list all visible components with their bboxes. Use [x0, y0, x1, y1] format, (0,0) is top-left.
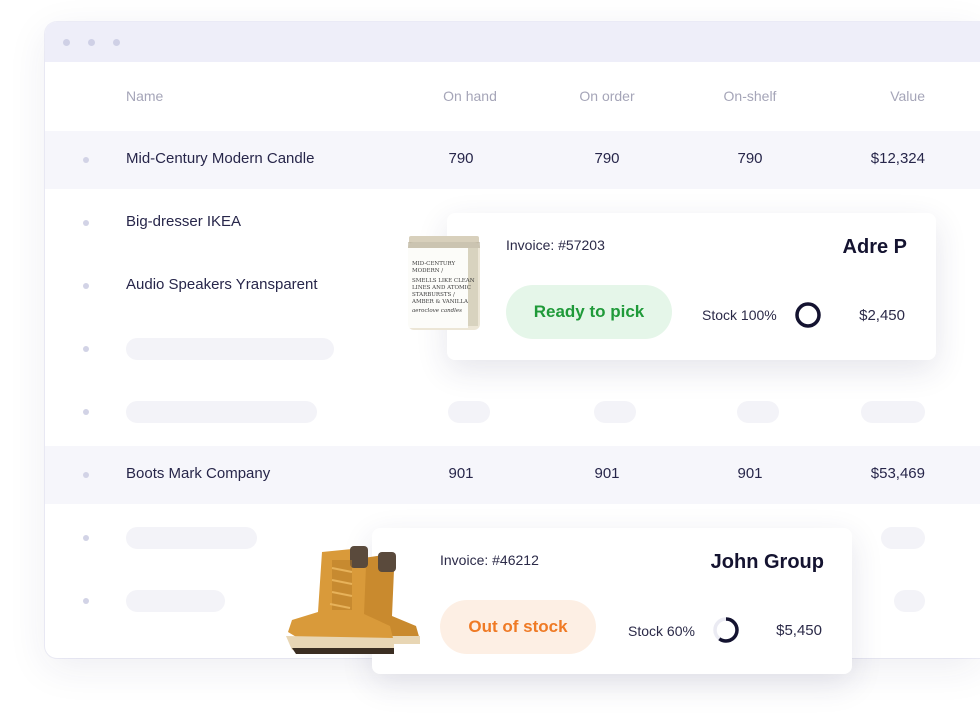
loading-placeholder — [861, 401, 925, 423]
status-badge-ready: Ready to pick — [506, 285, 672, 339]
jar-label-line: MID-CENTURY — [412, 261, 455, 267]
loading-placeholder — [126, 401, 317, 423]
row-name: Big-dresser IKEA — [126, 213, 242, 230]
row-bullet — [83, 409, 89, 415]
loading-placeholder — [126, 590, 225, 612]
loading-placeholder — [894, 590, 925, 612]
window-dot-maximize[interactable] — [113, 39, 120, 46]
jar-label-line: STARBURSTS / — [412, 292, 455, 298]
row-bullet — [83, 220, 89, 226]
title-bar — [45, 22, 980, 62]
header-value[interactable]: Value — [805, 88, 925, 104]
jar-label-line: LINES AND ATOMIC — [412, 285, 471, 291]
table-row-placeholder — [45, 383, 980, 441]
row-value: $12,324 — [870, 150, 925, 167]
row-bullet — [83, 472, 89, 478]
header-name[interactable]: Name — [126, 88, 163, 104]
loading-placeholder — [594, 401, 636, 423]
boots-icon — [286, 546, 420, 654]
order-price: $5,450 — [776, 622, 822, 639]
row-bullet — [83, 535, 89, 541]
order-card[interactable]: Invoice: #46212 John Group Out of stock … — [372, 528, 852, 674]
stock-label: Stock 60% — [628, 623, 695, 639]
client-name: John Group — [710, 551, 824, 573]
jar-label-line: aeroclove candles — [412, 308, 462, 314]
jar-label-line: MODERN / — [412, 268, 443, 274]
row-on-shelf: 901 — [737, 465, 763, 482]
table-header: Name On hand On order On-shelf Value — [45, 62, 980, 131]
table-row[interactable]: Mid-Century Modern Candle 790 790 790 $1… — [45, 131, 980, 189]
row-on-order: 901 — [594, 465, 620, 482]
row-on-hand: 790 — [448, 150, 474, 167]
stock-label: Stock 100% — [702, 307, 777, 323]
row-name: Audio Speakers Yransparent — [126, 276, 318, 293]
row-bullet — [83, 283, 89, 289]
loading-placeholder — [126, 527, 257, 549]
window-dot-minimize[interactable] — [88, 39, 95, 46]
invoice-number: Invoice: #57203 — [506, 237, 605, 253]
header-on-hand[interactable]: On hand — [430, 88, 510, 104]
status-badge-out-of-stock: Out of stock — [440, 600, 596, 654]
row-name: Mid-Century Modern Candle — [126, 150, 315, 167]
loading-placeholder — [126, 338, 334, 360]
invoice-number: Invoice: #46212 — [440, 552, 539, 568]
row-bullet — [83, 346, 89, 352]
row-on-shelf: 790 — [737, 150, 763, 167]
loading-placeholder — [737, 401, 779, 423]
order-price: $2,450 — [859, 307, 905, 324]
loading-placeholder — [448, 401, 490, 423]
stock-ring-icon — [713, 617, 739, 643]
row-bullet — [83, 598, 89, 604]
jar-label-line: SMELLS LIKE CLEAN — [412, 278, 475, 284]
order-card[interactable]: Invoice: #57203 Adre P Ready to pick Sto… — [447, 213, 936, 360]
table-row[interactable]: Boots Mark Company 901 901 901 $53,469 — [45, 446, 980, 504]
jar-label-line: AMBER & VANILLA — [411, 299, 469, 305]
row-on-order: 790 — [594, 150, 620, 167]
client-name: Adre P — [842, 236, 907, 258]
header-on-shelf[interactable]: On-shelf — [710, 88, 790, 104]
loading-placeholder — [881, 527, 925, 549]
row-on-hand: 901 — [448, 465, 474, 482]
row-value: $53,469 — [870, 465, 925, 482]
row-name: Boots Mark Company — [126, 465, 271, 482]
candle-jar-icon: MID-CENTURY MODERN / SMELLS LIKE CLEAN L… — [408, 236, 480, 330]
header-on-order[interactable]: On order — [567, 88, 647, 104]
window-dot-close[interactable] — [63, 39, 70, 46]
row-bullet — [83, 157, 89, 163]
stock-ring-icon — [795, 302, 821, 328]
